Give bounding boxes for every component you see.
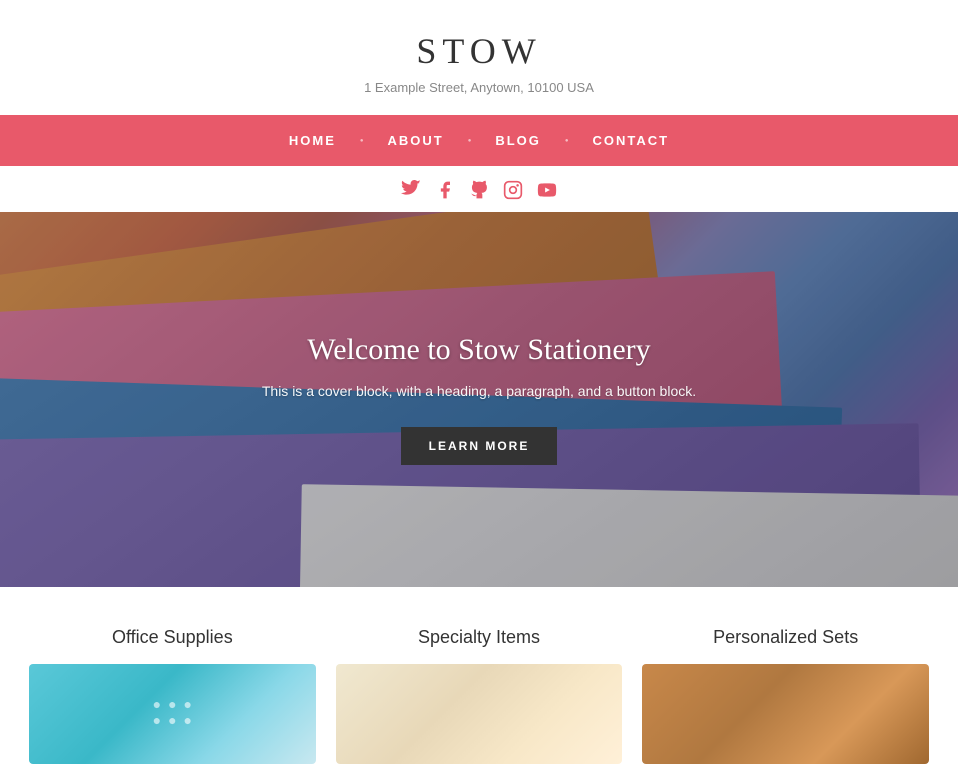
nav-link-blog[interactable]: BLOG bbox=[471, 115, 565, 166]
nav-link-contact[interactable]: CONTACT bbox=[569, 115, 694, 166]
category-personalized-sets: Personalized Sets bbox=[642, 627, 929, 764]
nav-item-contact[interactable]: CONTACT bbox=[569, 115, 694, 166]
main-nav: HOME ● ABOUT ● BLOG ● CONTACT bbox=[0, 115, 958, 166]
nav-item-home[interactable]: HOME bbox=[265, 115, 360, 166]
hero-section: Welcome to Stow Stationery This is a cov… bbox=[0, 212, 958, 587]
category-title-personalized: Personalized Sets bbox=[642, 627, 929, 648]
github-icon bbox=[469, 180, 489, 200]
learn-more-button[interactable]: LEARN MORE bbox=[401, 427, 558, 465]
github-link[interactable] bbox=[469, 178, 489, 200]
category-title-office: Office Supplies bbox=[29, 627, 316, 648]
hero-title: Welcome to Stow Stationery bbox=[262, 333, 696, 367]
facebook-link[interactable] bbox=[435, 178, 455, 200]
category-image-specialty[interactable] bbox=[336, 664, 623, 764]
site-header: STOW 1 Example Street, Anytown, 10100 US… bbox=[0, 0, 958, 115]
social-bar bbox=[0, 166, 958, 212]
hero-subtitle: This is a cover block, with a heading, a… bbox=[262, 383, 696, 399]
instagram-link[interactable] bbox=[503, 178, 523, 200]
categories-section: Office Supplies Specialty Items Personal… bbox=[0, 587, 958, 784]
hero-content: Welcome to Stow Stationery This is a cov… bbox=[242, 313, 716, 485]
twitter-link[interactable] bbox=[401, 178, 421, 200]
category-office-supplies: Office Supplies bbox=[29, 627, 316, 764]
category-image-personalized[interactable] bbox=[642, 664, 929, 764]
twitter-icon bbox=[401, 180, 421, 200]
nav-item-blog[interactable]: BLOG bbox=[471, 115, 565, 166]
facebook-icon bbox=[435, 180, 455, 200]
categories-grid: Office Supplies Specialty Items Personal… bbox=[29, 627, 929, 764]
site-title: STOW bbox=[20, 30, 938, 72]
nav-link-home[interactable]: HOME bbox=[265, 115, 360, 166]
site-address: 1 Example Street, Anytown, 10100 USA bbox=[20, 80, 938, 95]
category-specialty-items: Specialty Items bbox=[336, 627, 623, 764]
instagram-icon bbox=[503, 180, 523, 200]
youtube-icon bbox=[537, 180, 557, 200]
youtube-link[interactable] bbox=[537, 178, 557, 200]
category-title-specialty: Specialty Items bbox=[336, 627, 623, 648]
nav-item-about[interactable]: ABOUT bbox=[364, 115, 468, 166]
nav-link-about[interactable]: ABOUT bbox=[364, 115, 468, 166]
category-image-office[interactable] bbox=[29, 664, 316, 764]
nav-list: HOME ● ABOUT ● BLOG ● CONTACT bbox=[0, 115, 958, 166]
